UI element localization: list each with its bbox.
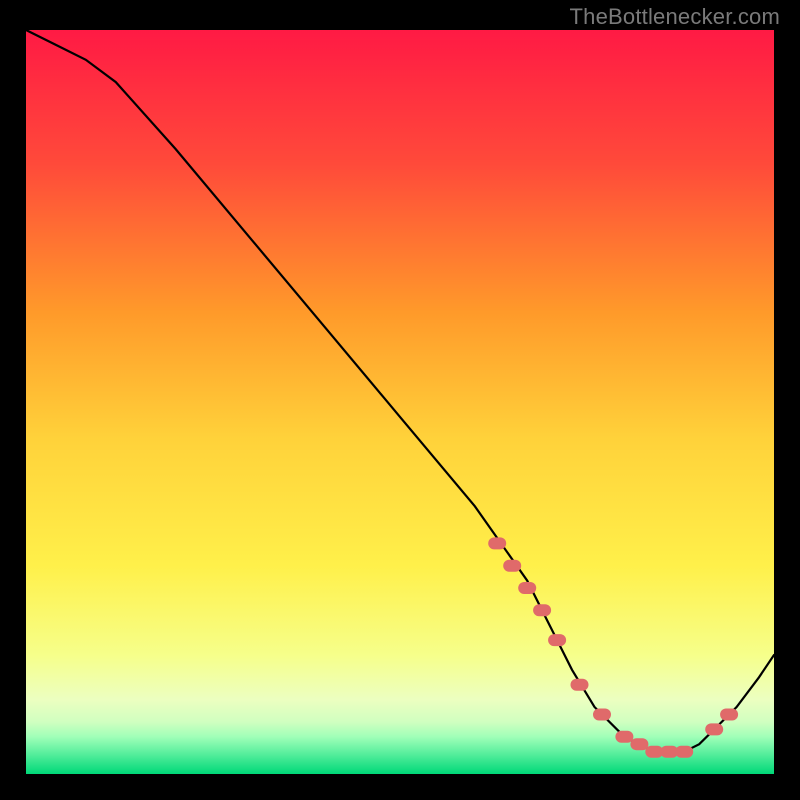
marker-dot [548,634,566,646]
marker-dot [630,738,648,750]
marker-dot [675,746,693,758]
marker-dot [705,723,723,735]
chart-frame: TheBottlenecker.com [0,0,800,800]
marker-dot [518,582,536,594]
marker-dot [503,560,521,572]
marker-dot [571,679,589,691]
plot-background [26,30,774,774]
marker-dot [615,731,633,743]
marker-dot [488,537,506,549]
marker-dot [593,709,611,721]
marker-dot [533,604,551,616]
chart-svg [0,0,800,800]
marker-dot [720,709,738,721]
